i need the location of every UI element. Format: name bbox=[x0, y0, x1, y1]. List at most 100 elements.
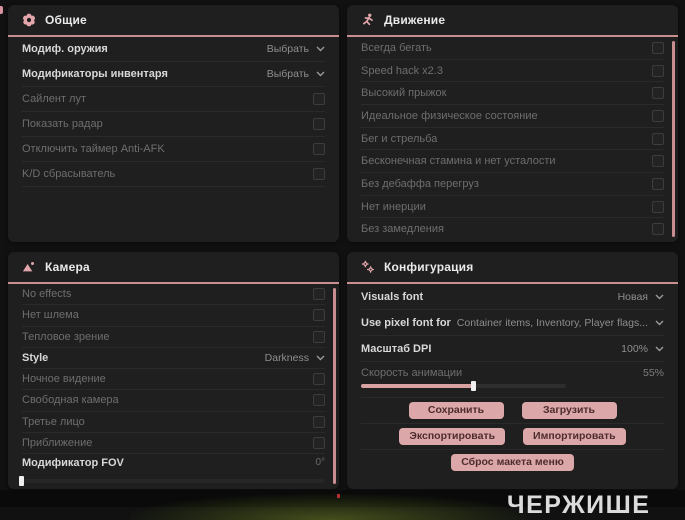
checkbox[interactable] bbox=[313, 143, 325, 155]
toggle-row[interactable]: K/D сбрасыватель bbox=[22, 162, 325, 187]
scrollbar[interactable] bbox=[672, 41, 675, 237]
toggle-row[interactable]: Бег и стрельба bbox=[361, 128, 664, 151]
toggle-row[interactable]: Speed hack x2.3 bbox=[361, 60, 664, 83]
toggle-label: Тепловое зрение bbox=[22, 330, 110, 343]
runner-icon bbox=[362, 13, 373, 26]
checkbox[interactable] bbox=[652, 177, 664, 190]
dropdown-label: Масштаб DPI bbox=[361, 342, 432, 355]
toggle-row[interactable]: Свободная камера bbox=[22, 390, 325, 412]
checkbox[interactable] bbox=[313, 394, 325, 407]
dropdown-value[interactable]: Выбрать bbox=[267, 43, 325, 55]
checkbox[interactable] bbox=[313, 415, 325, 428]
checkbox[interactable] bbox=[652, 41, 664, 54]
toggle-label: Нет шлема bbox=[22, 309, 79, 322]
export-button[interactable]: Экспортировать bbox=[399, 428, 506, 445]
slider-track[interactable] bbox=[361, 381, 566, 391]
button-row: Экспортировать Импортировать bbox=[361, 424, 664, 450]
scrollbar[interactable] bbox=[333, 288, 336, 484]
dropdown-row[interactable]: Масштаб DPI 100% bbox=[361, 336, 664, 362]
toggle-row[interactable]: Без замедления bbox=[361, 218, 664, 240]
toggle-row[interactable]: Нет шлема bbox=[22, 305, 325, 327]
checkbox[interactable] bbox=[313, 436, 325, 449]
checkbox[interactable] bbox=[652, 64, 664, 77]
toggle-label: Свободная камера bbox=[22, 394, 119, 407]
toggle-row[interactable]: Отключить таймер Anti-AFK bbox=[22, 137, 325, 162]
dropdown-selected-text: Выбрать bbox=[266, 68, 309, 80]
checkbox[interactable] bbox=[313, 168, 325, 180]
panel-camera: Камера No effects Нет шлема Тепловое зре… bbox=[8, 252, 339, 489]
panel-config-header: Конфигурация bbox=[347, 252, 678, 284]
chevron-down-icon bbox=[655, 346, 664, 351]
chevron-down-icon bbox=[655, 294, 664, 299]
slider-line: Скорость анимации 55% bbox=[361, 365, 664, 381]
dropdown-value[interactable]: Выбрать bbox=[267, 68, 325, 80]
toggle-row[interactable]: Тепловое зрение bbox=[22, 327, 325, 348]
toggle-row[interactable]: Показать радар bbox=[22, 112, 325, 137]
checkbox[interactable] bbox=[652, 223, 664, 236]
toggle-row[interactable]: Сайлент лут bbox=[22, 87, 325, 112]
panel-general-header: Общие bbox=[8, 5, 339, 37]
import-button[interactable]: Импортировать bbox=[523, 428, 626, 445]
toggle-label: K/D сбрасыватель bbox=[22, 168, 116, 180]
toggle-label: Speed hack x2.3 bbox=[361, 64, 443, 77]
slider-value: 55% bbox=[642, 367, 664, 379]
toggle-label: Сайлент лут bbox=[22, 93, 86, 105]
load-button[interactable]: Загрузить bbox=[521, 402, 617, 419]
toggle-label: Бесконечная стамина и нет усталости bbox=[361, 155, 556, 168]
dropdown-row[interactable]: Style Darkness bbox=[22, 348, 325, 369]
toggle-row[interactable]: Идеальное физическое состояние bbox=[361, 105, 664, 128]
dropdown-row[interactable]: Visuals font Новая bbox=[361, 284, 664, 310]
checkbox[interactable] bbox=[652, 132, 664, 145]
toggle-row[interactable]: Без дебаффа перегруз bbox=[361, 173, 664, 196]
dropdown-label: Visuals font bbox=[361, 290, 424, 303]
edge-red-dot bbox=[337, 494, 340, 498]
checkbox[interactable] bbox=[652, 87, 664, 100]
panel-movement: Движение Всегда бегать Speed hack x2.3 В… bbox=[347, 5, 678, 242]
dropdown-value[interactable]: Darkness bbox=[265, 352, 325, 364]
panel-general: Общие Модиф. оружия Выбрать Модификаторы… bbox=[8, 5, 339, 242]
checkbox[interactable] bbox=[313, 309, 325, 322]
checkbox[interactable] bbox=[313, 288, 325, 301]
dropdown-value[interactable]: Новая bbox=[618, 291, 664, 303]
photo-icon bbox=[22, 262, 34, 272]
toggle-row[interactable]: Высокий прыжок bbox=[361, 82, 664, 106]
toggle-row[interactable]: Нет инерции bbox=[361, 196, 664, 219]
toggle-row[interactable]: Третье лицо bbox=[22, 412, 325, 433]
checkbox[interactable] bbox=[313, 118, 325, 130]
fov-slider-label: Модификатор FOV bbox=[22, 457, 124, 469]
dropdown-selected-text: Новая bbox=[617, 290, 648, 303]
reset-layout-button[interactable]: Сброс макета меню bbox=[451, 454, 574, 471]
toggle-label: Без дебаффа перегруз bbox=[361, 177, 479, 190]
gears-icon bbox=[361, 260, 374, 273]
edge-pink-dot bbox=[0, 6, 3, 14]
dropdown-value[interactable]: Container items, Inventory, Player flags… bbox=[457, 317, 664, 329]
toggle-row[interactable]: No effects bbox=[22, 284, 325, 306]
toggle-row[interactable]: Ночное видение bbox=[22, 369, 325, 391]
fov-slider-track[interactable] bbox=[19, 476, 325, 486]
toggle-row[interactable]: Бесконечная стамина и нет усталости bbox=[361, 150, 664, 174]
checkbox[interactable] bbox=[652, 155, 664, 168]
checkbox[interactable] bbox=[313, 93, 325, 105]
dropdown-selected-text: Выбрать bbox=[266, 43, 309, 55]
fov-slider-row[interactable]: Модификатор FOV 0° bbox=[19, 454, 325, 487]
fov-slider-handle[interactable] bbox=[19, 476, 24, 486]
toggle-row[interactable]: Приближение bbox=[22, 433, 325, 454]
checkbox[interactable] bbox=[652, 200, 664, 213]
slider-handle[interactable] bbox=[470, 381, 476, 391]
toggle-label: Показать радар bbox=[22, 118, 103, 130]
panel-general-rows: Модиф. оружия Выбрать Модификаторы инвен… bbox=[8, 37, 339, 240]
chevron-down-icon bbox=[316, 355, 325, 361]
chevron-down-icon bbox=[316, 46, 325, 52]
dropdown-label: Модиф. оружия bbox=[22, 43, 108, 55]
toggle-row[interactable]: Всегда бегать bbox=[361, 37, 664, 60]
checkbox[interactable] bbox=[313, 373, 325, 386]
dropdown-row[interactable]: Модиф. оружия Выбрать bbox=[22, 37, 325, 62]
checkbox[interactable] bbox=[652, 109, 664, 122]
checkbox[interactable] bbox=[313, 330, 325, 343]
save-button[interactable]: Сохранить bbox=[408, 402, 504, 419]
dropdown-row[interactable]: Use pixel font for Container items, Inve… bbox=[361, 310, 664, 336]
dropdown-row[interactable]: Модификаторы инвентаря Выбрать bbox=[22, 62, 325, 87]
toggle-label: Без замедления bbox=[361, 223, 444, 236]
chevron-down-icon bbox=[316, 71, 325, 77]
dropdown-value[interactable]: 100% bbox=[621, 343, 664, 355]
